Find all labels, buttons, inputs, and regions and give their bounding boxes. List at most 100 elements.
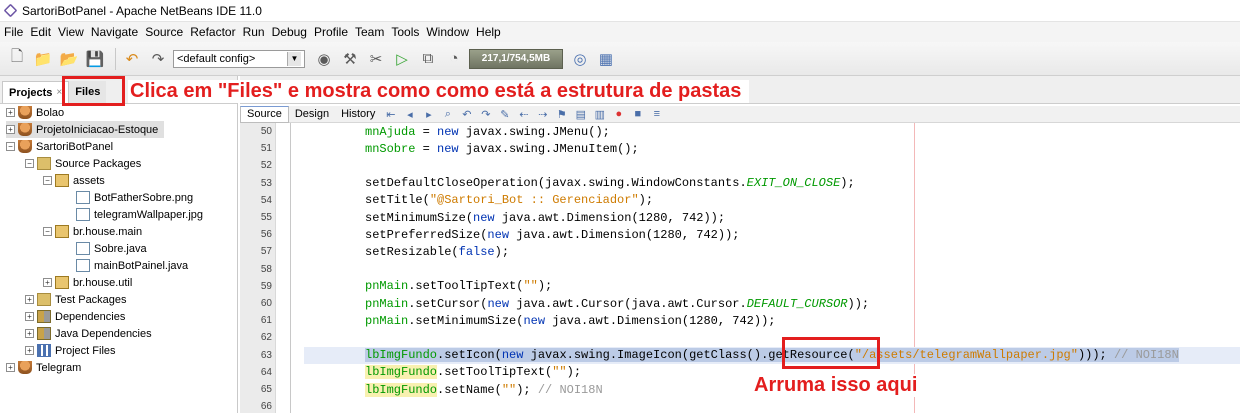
shift-right-icon[interactable]: ⇢ [536, 108, 549, 121]
tree-node[interactable]: + Telegram [6, 359, 81, 376]
tree-node[interactable]: + Project Files [25, 342, 116, 359]
find-previous-icon[interactable]: ↶ [460, 108, 473, 121]
expand-icon[interactable]: + [6, 108, 15, 117]
package-icon [55, 225, 69, 238]
code-area[interactable]: 50 mnAjuda = new javax.swing.JMenu(); 51 m… [261, 123, 1240, 413]
undo-icon[interactable]: ↶ [121, 48, 143, 70]
run-icon[interactable]: ▷ [391, 48, 413, 70]
tab-source[interactable]: Source [240, 105, 289, 123]
code-text: setMinimumSize(new java.awt.Dimension(12… [365, 210, 726, 225]
menu-team[interactable]: Team [355, 25, 384, 39]
config-select[interactable]: <default config> ▼ [173, 49, 305, 68]
tab-projects[interactable]: Projects × [2, 81, 70, 103]
window-title: SartoriBotPanel - Apache NetBeans IDE 11… [22, 3, 262, 18]
tree-node[interactable]: + Bolao [6, 104, 64, 121]
expand-icon[interactable]: + [43, 278, 52, 287]
tree-node-label: Telegram [36, 361, 82, 374]
menu-refactor[interactable]: Refactor [190, 25, 235, 39]
tree-node[interactable]: − Source Packages [25, 155, 141, 172]
tab-history[interactable]: History [335, 106, 381, 123]
menu-edit[interactable]: Edit [30, 25, 51, 39]
tree-node[interactable]: + Dependencies [25, 308, 125, 325]
menu-view[interactable]: View [58, 25, 84, 39]
config-value: <default config> [177, 52, 256, 65]
line-number: 58 [260, 263, 272, 275]
format-icon[interactable]: ≡ [650, 108, 663, 121]
open-project-icon[interactable]: 📂 [58, 48, 80, 70]
package-icon [55, 174, 69, 187]
image-file-icon [76, 191, 90, 204]
menu-help[interactable]: Help [476, 25, 501, 39]
collapse-icon[interactable]: − [6, 142, 15, 151]
tree-node-label: br.house.util [73, 276, 133, 289]
tree-node[interactable]: − SartoriBotPanel [6, 138, 113, 155]
code-line: 53 setDefaultCloseOperation(javax.swing.W… [261, 175, 1240, 192]
menu-debug[interactable]: Debug [272, 25, 307, 39]
tree-node[interactable]: + ProjetoIniciacao-Estoque [6, 121, 165, 138]
tree-node[interactable]: BotFatherSobre.png [76, 189, 193, 206]
redo-icon[interactable]: ↷ [147, 48, 169, 70]
code-line: 57 setResizable(false); [261, 243, 1240, 260]
line-number: 53 [260, 177, 272, 189]
clean-build-icon[interactable]: ✂ [365, 48, 387, 70]
tree-node[interactable]: mainBotPainel.java [76, 257, 188, 274]
tab-design[interactable]: Design [289, 106, 335, 123]
back-icon[interactable]: ◂ [403, 108, 416, 121]
shift-left-icon[interactable]: ⇠ [517, 108, 530, 121]
tree-node-label: Java Dependencies [55, 327, 152, 340]
line-number: 65 [260, 384, 272, 396]
code-text: setTitle("@Sartori_Bot :: Gerenciador"); [365, 193, 654, 208]
tree-node[interactable]: + Java Dependencies [25, 325, 152, 342]
tree-node[interactable]: + br.house.util [43, 274, 132, 291]
search-icon[interactable]: ⌕ [441, 108, 454, 121]
line-number: 56 [260, 229, 272, 241]
tree-node[interactable]: + Test Packages [25, 291, 127, 308]
uncomment-icon[interactable]: ▥ [593, 108, 606, 121]
tree-node[interactable]: Sobre.java [76, 240, 147, 257]
record-macro-icon[interactable]: ● [612, 108, 625, 121]
memory-indicator[interactable]: 217,1/754,5MB [469, 48, 563, 69]
menu-run[interactable]: Run [243, 25, 265, 39]
find-next-icon[interactable]: ↷ [479, 108, 492, 121]
menu-profile[interactable]: Profile [314, 25, 348, 39]
expand-icon[interactable]: + [25, 295, 34, 304]
expand-icon[interactable]: + [6, 125, 15, 134]
save-all-icon[interactable]: 💾 [84, 48, 106, 70]
expand-icon[interactable]: + [6, 363, 15, 372]
menu-navigate[interactable]: Navigate [91, 25, 138, 39]
menu-source[interactable]: Source [145, 25, 183, 39]
expand-icon[interactable]: + [25, 312, 34, 321]
collapse-icon[interactable]: − [43, 227, 52, 236]
tree-node[interactable]: telegramWallpaper.jpg [76, 206, 203, 223]
debug-icon[interactable]: ⧉ [417, 48, 439, 70]
code-text: pnMain.setCursor(new java.awt.Cursor(jav… [365, 296, 870, 311]
collapse-icon[interactable]: − [43, 176, 52, 185]
java-project-icon [18, 140, 32, 153]
bookmark-icon[interactable]: ⚑ [555, 108, 568, 121]
new-file-icon[interactable]: 🗋 [6, 48, 28, 70]
code-line: 62 [261, 329, 1240, 346]
expand-icon[interactable]: + [25, 329, 34, 338]
menu-window[interactable]: Window [426, 25, 469, 39]
new-project-icon[interactable]: 📁 [32, 48, 54, 70]
menu-file[interactable]: File [4, 25, 23, 39]
source-folder-icon [37, 157, 51, 170]
last-edit-icon[interactable]: ⇤ [384, 108, 397, 121]
globe-icon[interactable]: ◉ [313, 48, 335, 70]
main-toolbar: 🗋 📁 📂 💾 ↶ ↷ <default config> ▼ ◉ ⚒ ✂ ▷ ⧉… [0, 42, 1240, 76]
collapse-icon[interactable]: − [25, 159, 34, 168]
tree-node[interactable]: − br.house.main [43, 223, 142, 240]
stop-macro-icon[interactable]: ■ [631, 108, 644, 121]
profile-icon[interactable]: ◔ [443, 48, 465, 70]
project-files-icon [37, 344, 51, 357]
profiler-icon[interactable]: ▦ [595, 48, 617, 70]
toggle-highlight-icon[interactable]: ✎ [498, 108, 511, 121]
expand-icon[interactable]: + [25, 346, 34, 355]
comment-icon[interactable]: ▤ [574, 108, 587, 121]
gc-icon[interactable]: ◎ [569, 48, 591, 70]
tree-node[interactable]: − assets [43, 172, 105, 189]
menu-tools[interactable]: Tools [391, 25, 419, 39]
forward-icon[interactable]: ▸ [422, 108, 435, 121]
test-folder-icon [37, 293, 51, 306]
build-hammer-icon[interactable]: ⚒ [339, 48, 361, 70]
